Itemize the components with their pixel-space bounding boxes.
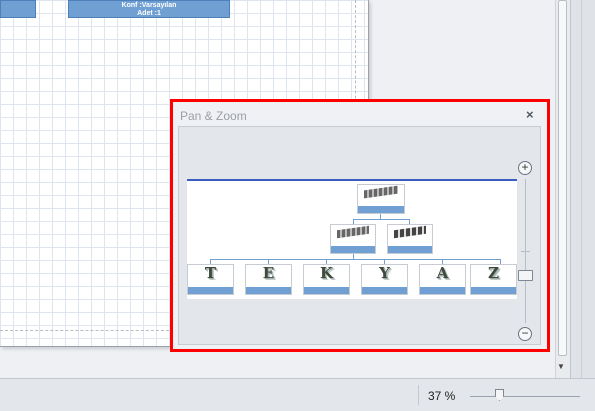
right-side-strip <box>570 0 595 378</box>
status-bar: 37 % <box>0 378 595 411</box>
zoom-level-label[interactable]: 37 % <box>428 389 455 403</box>
diagram-node-partial[interactable] <box>0 0 36 18</box>
highlight-frame <box>170 99 550 352</box>
vertical-scroll-thumb[interactable] <box>558 0 567 356</box>
zoom-slider-thumb[interactable] <box>495 389 504 401</box>
status-separator <box>418 385 419 405</box>
zoom-slider-track[interactable] <box>470 396 580 397</box>
scroll-down-arrow-icon[interactable]: ▼ <box>557 362 565 371</box>
vertical-scrollbar[interactable]: ▼ <box>555 0 570 378</box>
diagram-node-top[interactable]: Konf :Varsayılan Adet :1 <box>68 0 230 18</box>
node-config-text: Konf :Varsayılan <box>121 2 177 9</box>
node-count-text: Adet :1 <box>137 10 161 17</box>
